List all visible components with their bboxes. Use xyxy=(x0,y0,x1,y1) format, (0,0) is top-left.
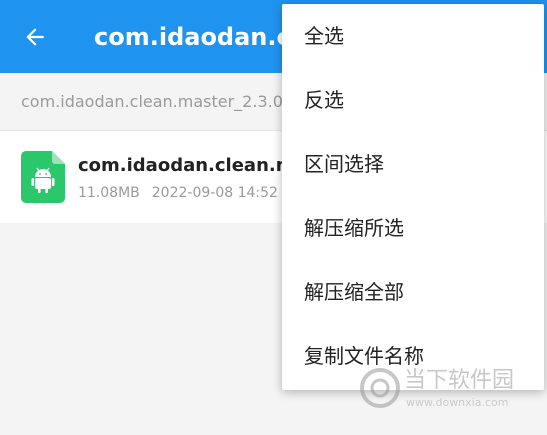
file-name: com.idaodan.clean.master_2.3.0.apk xyxy=(78,155,298,176)
menu-item-extract-selected[interactable]: 解压缩所选 xyxy=(282,196,544,260)
watermark-url: www.downxia.com xyxy=(406,396,509,409)
arrow-left-icon xyxy=(26,28,44,46)
file-date: 2022-09-08 14:52 xyxy=(151,185,278,201)
file-size: 11.08MB xyxy=(78,185,140,201)
file-meta: 11.08MB 2022-09-08 14:52 xyxy=(78,182,298,204)
android-apk-icon xyxy=(21,151,65,203)
watermark-title: 当下软件园 xyxy=(404,368,515,393)
menu-item-range-select[interactable]: 区间选择 xyxy=(282,132,544,196)
watermark: 当下软件园 www.downxia.com xyxy=(360,366,540,416)
breadcrumb-path: com.idaodan.clean.master_2.3.0_ xyxy=(21,92,291,111)
menu-item-extract-all[interactable]: 解压缩全部 xyxy=(282,260,544,324)
back-button[interactable] xyxy=(18,20,52,54)
popup-menu: 全选 反选 区间选择 解压缩所选 解压缩全部 复制文件名称 xyxy=(282,4,544,390)
menu-item-select-all[interactable]: 全选 xyxy=(282,4,544,68)
screen: com.idaodan.clean.master_2.3.0 com.idaod… xyxy=(0,0,547,435)
menu-item-invert-selection[interactable]: 反选 xyxy=(282,68,544,132)
watermark-logo-icon xyxy=(360,368,400,408)
